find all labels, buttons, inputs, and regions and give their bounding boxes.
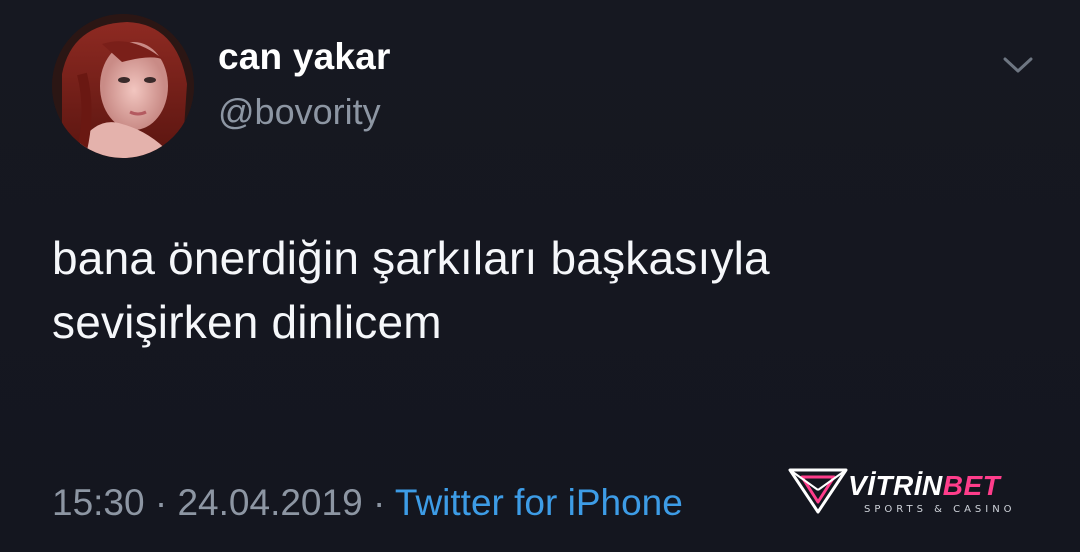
author-display-name[interactable]: can yakar	[218, 36, 391, 78]
tweet-time[interactable]: 15:30	[52, 482, 145, 523]
tweet-date[interactable]: 24.04.2019	[177, 482, 362, 523]
author-handle[interactable]: @bovority	[218, 91, 381, 133]
watermark-brand-main: VİTRİN	[848, 470, 943, 501]
tweet-source-link[interactable]: Twitter for iPhone	[395, 482, 683, 523]
meta-separator: ·	[372, 482, 386, 523]
avatar-image	[52, 14, 194, 158]
tweet-text-line: sevişirken dinlicem	[52, 296, 442, 348]
watermark-logo-icon	[788, 468, 848, 514]
meta-separator: ·	[154, 482, 168, 523]
watermark: VİTRİNBET SPORTS & CASINO	[788, 464, 1028, 524]
watermark-brand-accent: BET	[942, 470, 1001, 501]
watermark-brand: VİTRİNBET	[848, 470, 1000, 502]
avatar[interactable]	[52, 14, 194, 158]
tweet-meta: 15:30 · 24.04.2019 · Twitter for iPhone	[52, 482, 683, 524]
chevron-down-icon[interactable]	[1001, 54, 1035, 76]
tweet-text-line: bana önerdiğin şarkıları başkasıyla	[52, 232, 770, 284]
tweet-card: can yakar @bovority bana önerdiğin şarkı…	[0, 0, 1080, 552]
watermark-tagline: SPORTS & CASINO	[864, 504, 1016, 515]
tweet-text: bana önerdiğin şarkıları başkasıyla sevi…	[52, 226, 1032, 354]
